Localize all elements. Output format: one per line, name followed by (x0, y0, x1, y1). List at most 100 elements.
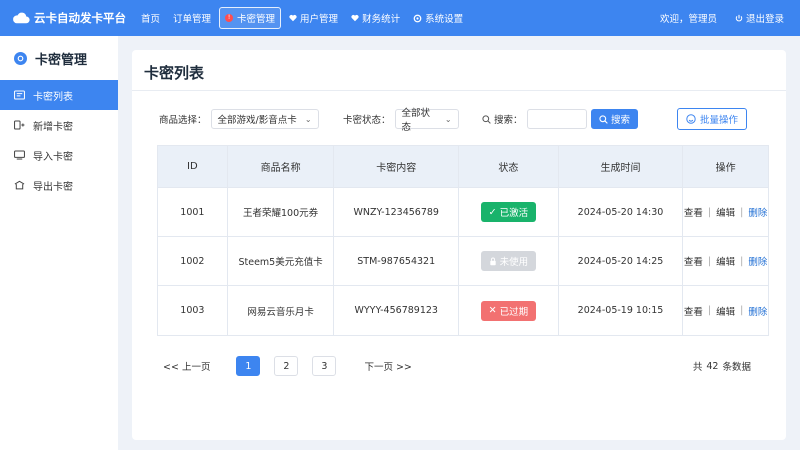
top-navbar: 云卡自动发卡平台 首页 订单管理 ! 卡密管理 用户管理 财务统计 系统设置 欢… (0, 0, 800, 36)
status-badge: 未使用 (480, 251, 537, 271)
nav-item-orders[interactable]: 订单管理 (168, 7, 216, 29)
page-button-3[interactable]: 3 (312, 356, 337, 376)
cloud-icon (13, 12, 30, 24)
edit-link[interactable]: 编辑 (716, 254, 735, 268)
cell-card-code: STM-987654321 (334, 237, 460, 285)
column-header[interactable]: 操作 (683, 146, 768, 187)
next-page-link[interactable]: 下一页 >> (364, 359, 411, 373)
product-select[interactable]: 全部游戏/影音点卡 ⌄ (210, 109, 319, 129)
chevron-down-icon: ⌄ (444, 114, 452, 124)
edit-link[interactable]: 编辑 (716, 205, 735, 219)
column-header[interactable]: 状态 (459, 146, 559, 187)
separator: | (707, 255, 712, 267)
brand[interactable]: 云卡自动发卡平台 (0, 10, 130, 26)
cell-product-name: 王者荣耀100元券 (228, 188, 335, 236)
batch-operation-button[interactable]: 批量操作 (677, 108, 748, 130)
prev-page-link[interactable]: << 上一页 (163, 359, 210, 373)
table-header: ID 商品名称 卡密内容 状态 生成时间 操作 (158, 146, 768, 188)
product-filter: 商品选择： 全部游戏/影音点卡 ⌄ (159, 108, 319, 130)
cell-card-code: WYYY-456789123 (334, 286, 460, 335)
column-header[interactable]: 卡密内容 (334, 146, 460, 187)
total-prefix: 共 (692, 362, 703, 373)
column-header[interactable]: ID (158, 146, 228, 187)
total-suffix: 条数据 (722, 362, 751, 373)
status-badge: ✕ 已过期 (480, 300, 537, 321)
search-label: 搜索： (494, 115, 523, 126)
sidebar-item-label: 新增卡密 (33, 121, 73, 133)
sidebar-item-add-card[interactable]: 新增卡密 (0, 110, 118, 140)
cell-created-time: 2024-05-19 10:15 (559, 286, 684, 335)
heart-icon (289, 14, 297, 22)
sidebar-item-export[interactable]: 导出卡密 (0, 170, 118, 200)
logout-label: 退出登录 (745, 14, 784, 25)
nav-item-label: 卡密管理 (237, 14, 276, 25)
view-link[interactable]: 查看 (684, 254, 703, 268)
divider (132, 90, 786, 91)
cell-actions: 查看 | 编辑 | 删除 (683, 286, 768, 335)
column-header[interactable]: 商品名称 (228, 146, 335, 187)
nav-item-label: 订单管理 (173, 14, 212, 25)
lock-icon (489, 257, 496, 265)
table-row: 1001 王者荣耀100元券 WNZY-123456789 ✓ 已激活 2024… (158, 188, 768, 237)
page-title: 卡密列表 (144, 64, 205, 82)
batch-action: 批量操作 (677, 108, 748, 130)
delete-link[interactable]: 删除 (748, 304, 767, 318)
cell-id: 1002 (158, 237, 228, 285)
nav-item-settings[interactable]: 系统设置 (408, 7, 468, 29)
column-header[interactable]: 生成时间 (559, 146, 684, 187)
page-button-2[interactable]: 2 (274, 356, 299, 376)
search-button[interactable]: 搜索 (591, 109, 639, 129)
search-icon (599, 114, 608, 124)
main-nav: 首页 订单管理 ! 卡密管理 用户管理 财务统计 系统设置 (136, 7, 471, 29)
logout-button[interactable]: 退出登录 (735, 11, 784, 25)
chevron-down-icon: ⌄ (304, 114, 312, 124)
smile-icon (686, 114, 696, 124)
sidebar-item-card-list[interactable]: 卡密列表 (0, 80, 118, 110)
status-filter: 卡密状态： 全部状态 ⌄ (343, 108, 459, 133)
nav-item-label: 系统设置 (425, 14, 464, 25)
import-icon (14, 150, 25, 160)
cell-id: 1001 (158, 188, 228, 236)
page-button-1[interactable]: 1 (236, 356, 261, 376)
edit-link[interactable]: 编辑 (716, 304, 735, 318)
status-badge-label: 已激活 (499, 208, 529, 219)
product-select-value: 全部游戏/影音点卡 (217, 115, 297, 126)
status-filter-label: 卡密状态： (343, 115, 391, 126)
nav-item-home[interactable]: 首页 (136, 7, 165, 29)
logout-icon (735, 14, 743, 21)
nav-item-finance[interactable]: 财务统计 (346, 7, 405, 29)
delete-link[interactable]: 删除 (748, 205, 767, 219)
total-count: 共 42 条数据 (691, 359, 753, 374)
cell-product-name: Steem5美元充值卡 (228, 237, 335, 285)
search-input[interactable] (526, 109, 587, 129)
separator: | (740, 305, 744, 316)
sidebar: 卡密管理 卡密列表 新增卡密 导入卡密 导出卡密 (0, 36, 118, 450)
nav-item-cards[interactable]: ! 卡密管理 (219, 7, 282, 29)
sidebar-title: 卡密管理 (0, 36, 118, 80)
delete-link[interactable]: 删除 (748, 254, 767, 268)
product-filter-label: 商品选择： (159, 115, 207, 126)
sidebar-item-label: 导入卡密 (33, 151, 73, 163)
check-icon: ✓ (488, 206, 497, 218)
cell-product-name: 网易云音乐月卡 (228, 286, 335, 335)
view-link[interactable]: 查看 (684, 304, 703, 318)
search-button-label: 搜索 (611, 115, 631, 126)
alert-badge: ! (225, 14, 234, 22)
main-panel: 卡密列表 商品选择： 全部游戏/影音点卡 ⌄ 卡密状态： 全部状态 ⌄ 搜索： … (132, 50, 786, 440)
status-badge-label: 未使用 (499, 257, 529, 268)
nav-item-label: 财务统计 (362, 14, 401, 25)
gear-icon (413, 14, 422, 22)
user-area: 欢迎，管理员 退出登录 (660, 0, 784, 36)
view-link[interactable]: 查看 (684, 205, 703, 219)
search-icon (482, 114, 491, 124)
cell-created-time: 2024-05-20 14:30 (559, 188, 684, 236)
search-action: 搜索 (591, 108, 639, 130)
status-badge: ✓ 已激活 (480, 202, 537, 222)
nav-item-users[interactable]: 用户管理 (284, 7, 343, 29)
heart-icon (351, 14, 359, 22)
sidebar-item-label: 导出卡密 (33, 181, 73, 193)
total-number: 42 (706, 360, 719, 372)
sidebar-item-import[interactable]: 导入卡密 (0, 140, 118, 170)
nav-item-label: 首页 (141, 14, 161, 25)
status-select[interactable]: 全部状态 ⌄ (394, 108, 459, 133)
